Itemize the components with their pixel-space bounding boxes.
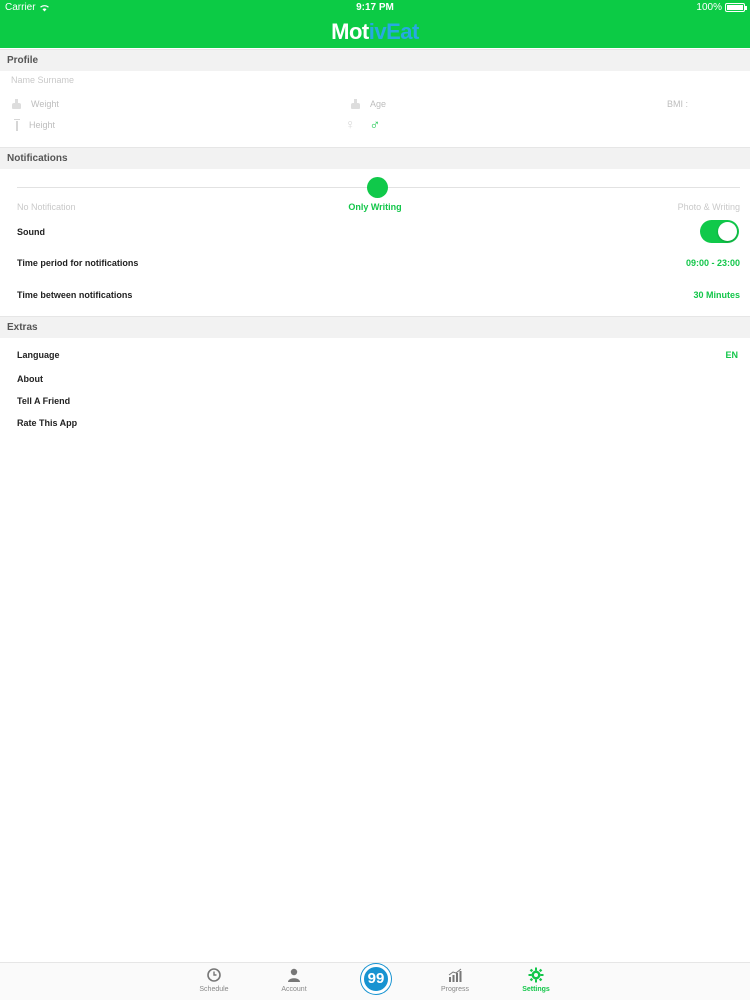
battery-percent: 100%	[696, 2, 722, 13]
center-quote-button[interactable]: 99	[361, 964, 391, 994]
tab-account[interactable]: Account	[254, 967, 334, 993]
name-field[interactable]: Name Surname	[11, 75, 311, 85]
age-label: Age	[370, 99, 387, 109]
female-icon[interactable]: ♀	[345, 117, 356, 131]
tell-friend-item[interactable]: Tell A Friend	[17, 396, 317, 406]
about-item[interactable]: About	[17, 374, 317, 384]
scale-icon	[11, 99, 22, 109]
battery-icon	[725, 3, 747, 12]
time-between-label: Time between notifications	[17, 290, 133, 300]
tab-bar: Schedule Account 99 Progress Settings	[0, 962, 750, 1000]
language-value: EN	[725, 350, 738, 360]
tab-progress-label: Progress	[440, 986, 469, 993]
sound-toggle[interactable]	[700, 220, 739, 243]
option-only-writing[interactable]: Only Writing	[0, 202, 750, 212]
option-photo-writing[interactable]: Photo & Writing	[678, 202, 740, 212]
tab-schedule-label: Schedule	[199, 986, 229, 993]
top-bar: Carrier 9:17 PM 100% MotivEat	[0, 0, 750, 48]
notification-slider-knob[interactable]	[367, 177, 388, 198]
height-icon	[14, 119, 20, 131]
age-icon	[350, 99, 361, 109]
bar-chart-icon	[448, 968, 462, 982]
bmi-display: BMI :	[667, 99, 688, 109]
male-icon[interactable]: ♂	[370, 117, 381, 131]
status-bar: Carrier 9:17 PM 100%	[0, 0, 750, 15]
gender-selector: ♀ ♂	[345, 117, 380, 131]
clock-icon	[207, 968, 221, 982]
height-field[interactable]: Height	[14, 119, 55, 131]
time-period-value: 09:00 - 23:00	[685, 258, 740, 268]
tab-settings[interactable]: Settings	[496, 967, 576, 993]
section-header-profile: Profile	[0, 49, 750, 71]
age-field[interactable]: Age	[350, 99, 386, 109]
tab-progress[interactable]: Progress	[415, 967, 495, 993]
section-header-extras: Extras	[0, 316, 750, 338]
logo-part-2: ivEat	[368, 19, 420, 44]
tab-account-label: Account	[281, 986, 307, 993]
app-logo: MotivEat	[0, 17, 750, 47]
bmi-label: BMI :	[667, 99, 689, 109]
weight-label: Weight	[31, 99, 59, 109]
section-header-notifications: Notifications	[0, 147, 750, 169]
time-between-value: 30 Minutes	[693, 290, 740, 300]
tab-schedule[interactable]: Schedule	[174, 967, 254, 993]
gear-icon	[528, 967, 544, 983]
weight-field[interactable]: Weight	[11, 99, 59, 109]
sound-label: Sound	[17, 227, 45, 237]
time-period-label: Time period for notifications	[17, 258, 139, 268]
logo-part-1: Mot	[331, 19, 369, 44]
battery-area: 100%	[696, 2, 747, 13]
height-label: Height	[29, 120, 56, 130]
rate-app-item[interactable]: Rate This App	[17, 418, 317, 428]
language-label: Language	[17, 350, 60, 360]
user-icon	[288, 968, 300, 982]
status-time: 9:17 PM	[356, 2, 394, 13]
tab-settings-label: Settings	[522, 986, 550, 993]
